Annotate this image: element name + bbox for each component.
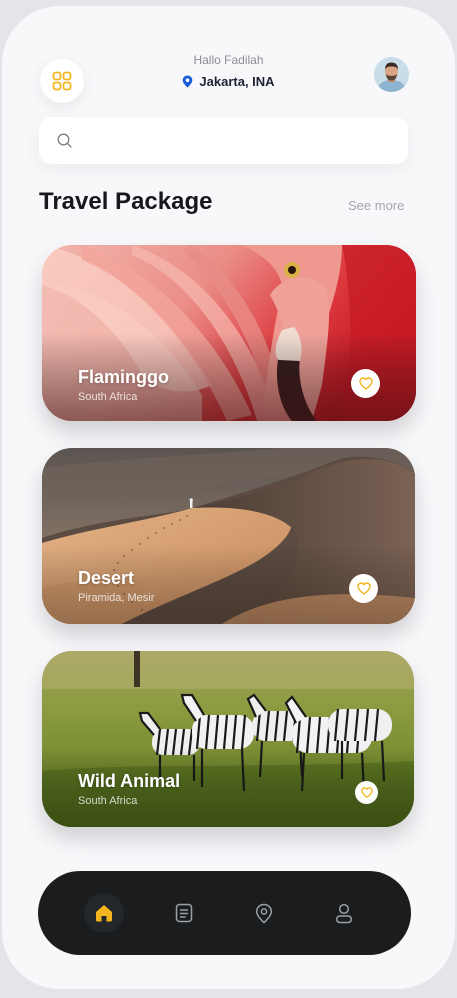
avatar[interactable] xyxy=(374,57,409,92)
map-pin-icon xyxy=(255,903,273,923)
package-location: South Africa xyxy=(78,795,138,807)
nav-documents[interactable] xyxy=(164,893,204,933)
section-title: Travel Package xyxy=(39,188,213,215)
search-input[interactable] xyxy=(83,125,397,157)
phone-screen: Hallo Fadilah Jakarta, INA Travel Packag… xyxy=(2,6,455,989)
heart-icon xyxy=(360,787,373,798)
location-label: Jakarta, INA xyxy=(199,74,275,89)
nav-map[interactable] xyxy=(244,893,284,933)
favorite-button[interactable] xyxy=(351,369,380,398)
package-name: Flaminggo xyxy=(78,367,169,387)
package-location: South Africa xyxy=(78,391,138,403)
search-icon xyxy=(57,133,72,148)
search-bar[interactable] xyxy=(39,117,408,164)
heart-icon xyxy=(356,582,371,595)
home-icon xyxy=(96,905,112,922)
nav-profile[interactable] xyxy=(324,893,364,933)
nav-home[interactable] xyxy=(84,893,124,933)
bottom-navigation xyxy=(38,871,411,955)
document-icon xyxy=(175,903,193,923)
package-name: Desert xyxy=(78,568,135,588)
avatar-image xyxy=(374,57,409,92)
location-pin-icon xyxy=(183,75,193,88)
favorite-button[interactable] xyxy=(355,781,378,804)
favorite-button[interactable] xyxy=(349,574,378,603)
package-card-desert[interactable]: Desert Piramida, Mesir xyxy=(42,448,415,624)
package-card-wild-animal[interactable]: Wild Animal South Africa xyxy=(42,651,414,827)
package-card-flamingo[interactable]: Flaminggo South Africa xyxy=(42,245,416,421)
package-location: Piramida, Mesir xyxy=(78,592,155,604)
see-more-link[interactable]: See more xyxy=(348,198,404,213)
heart-icon xyxy=(358,377,373,390)
package-name: Wild Animal xyxy=(78,771,181,791)
user-icon xyxy=(335,903,353,923)
